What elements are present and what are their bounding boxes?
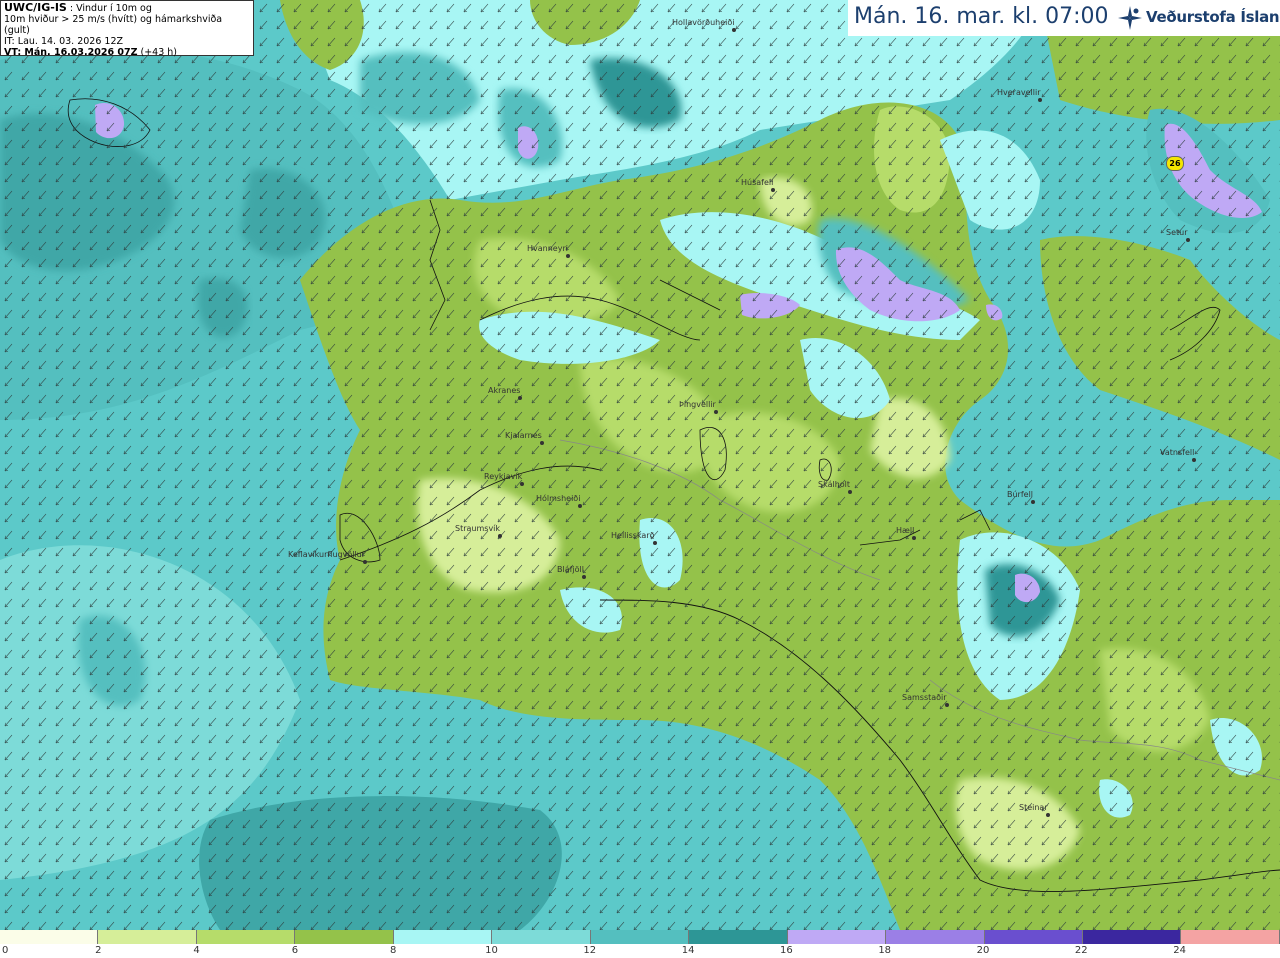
place-marker xyxy=(578,504,582,508)
header-bar: Mán. 16. mar. kl. 07:00 Veðurstofa Íslan… xyxy=(848,0,1280,36)
place-marker xyxy=(771,188,775,192)
place-marker xyxy=(520,482,524,486)
place-marker xyxy=(1186,238,1190,242)
place-label: Hólmsheiði xyxy=(536,494,581,503)
legend-swatch xyxy=(886,930,985,944)
initial-time: IT: Lau. 14. 03. 2026 12Z xyxy=(4,36,124,47)
valid-time-title: Mán. 16. mar. kl. 07:00 xyxy=(854,4,1109,29)
legend-tick: 8 xyxy=(390,945,397,956)
place-marker xyxy=(1038,98,1042,102)
place-marker xyxy=(1192,458,1196,462)
place-marker xyxy=(540,441,544,445)
place-marker xyxy=(498,534,502,538)
legend-tick: 22 xyxy=(1074,945,1088,956)
max-gust-badge: 26 xyxy=(1166,156,1184,171)
place-marker xyxy=(732,28,736,32)
logo-mark-icon xyxy=(1118,6,1142,30)
place-label: Hollavörðuheiði xyxy=(672,18,735,27)
place-label: Búrfell xyxy=(1007,490,1034,499)
legend-tick: 14 xyxy=(681,945,695,956)
model-line: UWC/IG-IS : Vindur í 10m og xyxy=(4,2,250,14)
place-marker xyxy=(912,536,916,540)
legend-swatch xyxy=(393,930,493,944)
place-label: Setur xyxy=(1166,228,1188,237)
place-marker xyxy=(653,541,657,545)
place-marker xyxy=(1031,500,1035,504)
legend-swatch xyxy=(295,930,394,944)
place-label: Akranes xyxy=(488,386,521,395)
place-label: Skálholt xyxy=(818,480,851,489)
model-name: UWC/IG-IS xyxy=(4,1,67,14)
legend-swatch xyxy=(196,930,296,944)
place-label: Hveravellir xyxy=(997,88,1041,97)
place-label: Hæll xyxy=(896,526,915,535)
legend-swatch xyxy=(492,930,591,944)
place-marker xyxy=(945,703,949,707)
place-marker xyxy=(848,490,852,494)
legend-tick: 20 xyxy=(976,945,990,956)
place-marker xyxy=(582,575,586,579)
place-label: Þingvellir xyxy=(679,400,716,409)
place-marker xyxy=(1046,813,1050,817)
legend-swatch xyxy=(787,930,887,944)
legend-swatch xyxy=(98,930,197,944)
place-label: Straumsvík xyxy=(455,524,501,533)
color-legend: 0 2 4 6 8 10 12 14 16 18 20 22 24 xyxy=(0,930,1280,958)
legend-tick: 18 xyxy=(878,945,892,956)
legend-swatch xyxy=(1082,930,1182,944)
legend-tick: 24 xyxy=(1173,945,1186,956)
place-label: Reykjavík xyxy=(484,472,523,481)
place-label: Vatnsfell xyxy=(1160,448,1195,457)
legend-tick: 0 xyxy=(2,945,9,956)
place-label: Kjalarnes xyxy=(505,431,542,440)
valid-time-line: VT: Mán. 16.03.2026 07Z (+43 h) xyxy=(4,47,250,58)
place-marker xyxy=(518,396,522,400)
forecast-info-box: UWC/IG-IS : Vindur í 10m og 10m hviður >… xyxy=(0,0,254,58)
gust-description: 10m hviður > 25 m/s (hvítt) og hámarkshv… xyxy=(4,14,223,36)
legend-tick: 12 xyxy=(583,945,597,956)
legend-swatch xyxy=(984,930,1083,944)
legend-swatches xyxy=(0,930,1280,944)
vedurstofa-logo: Veðurstofa Íslands xyxy=(1116,4,1280,32)
legend-swatch xyxy=(590,930,690,944)
lead-time: (+43 h) xyxy=(137,47,178,58)
place-label: Húsafell xyxy=(741,178,774,187)
place-marker xyxy=(714,410,718,414)
legend-tick: 6 xyxy=(291,945,299,956)
place-label: Keflavíkurflugvöllur xyxy=(288,550,366,559)
legend-swatch xyxy=(1181,930,1280,944)
brand-name: Veðurstofa Íslands xyxy=(1146,8,1280,26)
place-label: Hellisskarð xyxy=(611,531,655,540)
legend-tick: 10 xyxy=(485,945,498,956)
model-description: : Vindur í 10m og xyxy=(66,3,152,14)
wind-map xyxy=(0,0,1280,930)
legend-tick: 16 xyxy=(780,945,793,956)
legend-tick: 4 xyxy=(193,945,200,956)
valid-time-value: VT: Mán. 16.03.2026 07Z xyxy=(4,47,138,58)
place-label: Bláfjöll xyxy=(557,565,584,574)
place-marker xyxy=(566,254,570,258)
legend-swatch xyxy=(689,930,788,944)
place-marker xyxy=(363,560,367,564)
legend-swatch xyxy=(0,930,99,944)
place-label: Samsstaðir xyxy=(902,693,947,702)
place-label: Hvanneyri xyxy=(527,244,568,253)
legend-tick: 2 xyxy=(95,945,102,956)
place-label: Steinar xyxy=(1019,803,1048,812)
